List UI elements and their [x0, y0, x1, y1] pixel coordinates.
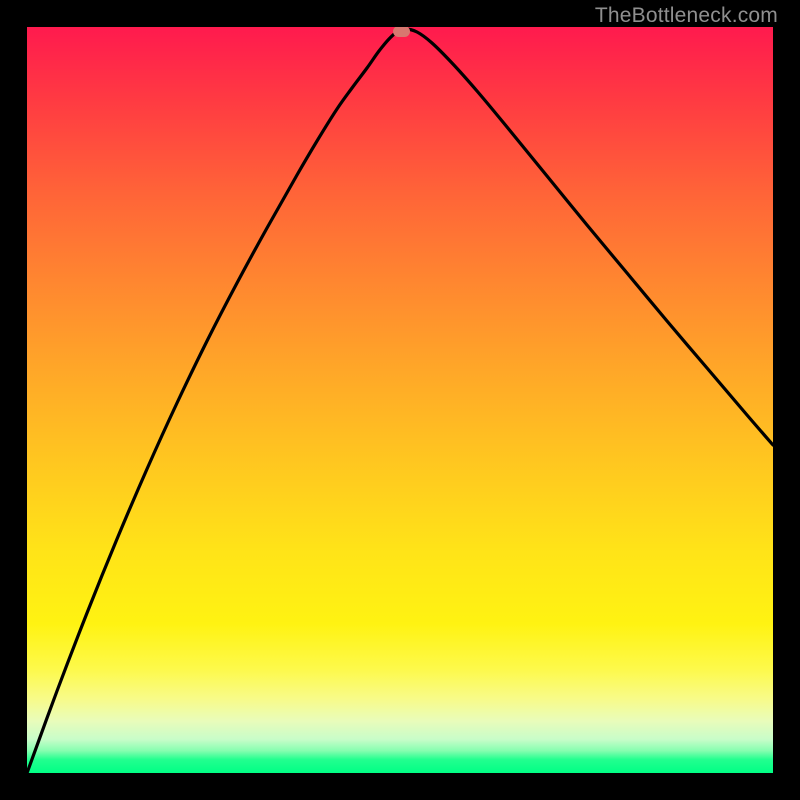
bottleneck-curve — [27, 29, 773, 773]
chart-frame: TheBottleneck.com — [0, 0, 800, 800]
watermark-text: TheBottleneck.com — [595, 4, 778, 28]
plot-area — [27, 27, 773, 773]
min-marker — [393, 27, 410, 37]
curve-layer — [27, 27, 773, 773]
